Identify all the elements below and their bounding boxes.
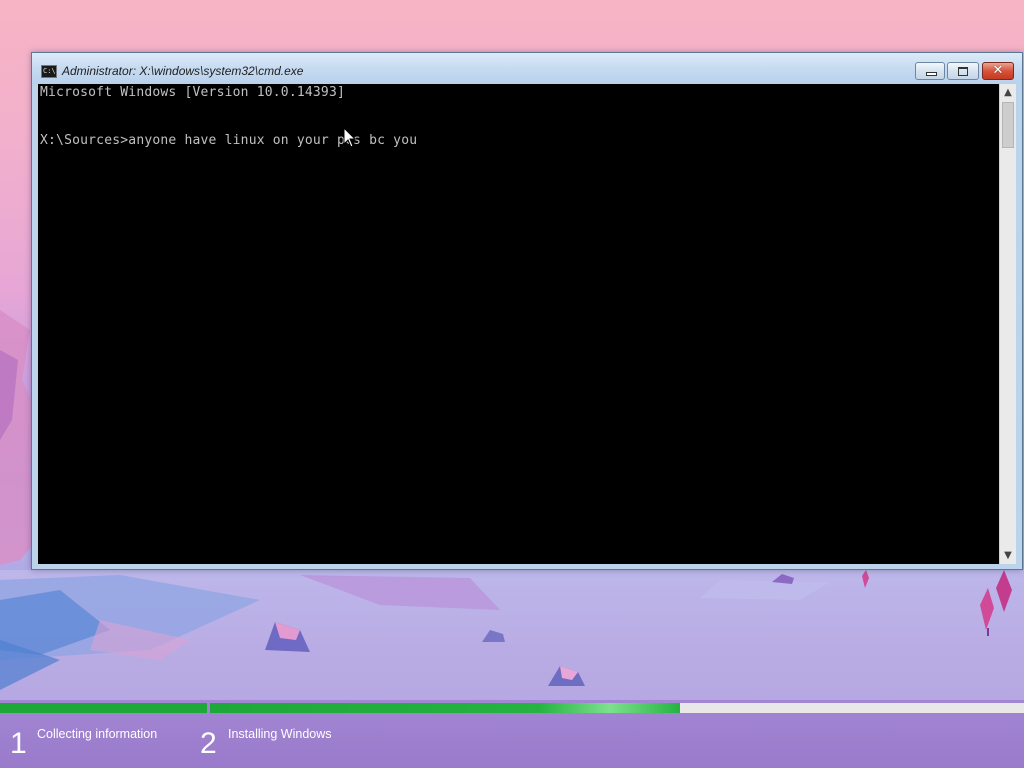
close-icon: ✕ (992, 63, 1004, 78)
step-2-number: 2 (200, 727, 217, 760)
cmd-window[interactable]: C:\ Administrator: X:\windows\system32\c… (31, 52, 1023, 570)
vertical-scrollbar[interactable]: ▲ ▼ (999, 84, 1016, 564)
restore-icon (958, 67, 968, 76)
cmd-icon[interactable]: C:\ (41, 65, 57, 78)
step-1-label: Collecting information (37, 727, 158, 741)
minimize-button[interactable] (915, 62, 945, 80)
step-2-progress (210, 703, 1024, 713)
desktop-background: C:\ Administrator: X:\windows\system32\c… (0, 0, 1024, 768)
scroll-thumb[interactable] (1002, 102, 1014, 148)
step-2-label: Installing Windows (228, 727, 332, 741)
window-title: Administrator: X:\windows\system32\cmd.e… (62, 64, 304, 78)
step-1-progress (0, 703, 207, 713)
step-1-progress-fill (0, 703, 207, 713)
step-1-number: 1 (10, 727, 27, 760)
console-line: Microsoft Windows [Version 10.0.14393] (40, 85, 346, 100)
scroll-down-arrow-icon[interactable]: ▼ (1000, 547, 1016, 564)
minimize-icon (926, 72, 937, 76)
step-2-progress-fill (210, 703, 680, 713)
console-prompt-line[interactable]: X:\Sources>anyone have linux on your pcs… (40, 133, 417, 148)
scroll-up-arrow-icon[interactable]: ▲ (1000, 84, 1016, 101)
close-button[interactable]: ✕ (982, 62, 1014, 80)
setup-progress-bar (0, 703, 1024, 713)
console-output[interactable]: Microsoft Windows [Version 10.0.14393] X… (38, 84, 999, 564)
mouse-pointer-icon (343, 127, 357, 148)
restore-button[interactable] (947, 62, 979, 80)
title-bar[interactable]: C:\ Administrator: X:\windows\system32\c… (32, 53, 1022, 84)
